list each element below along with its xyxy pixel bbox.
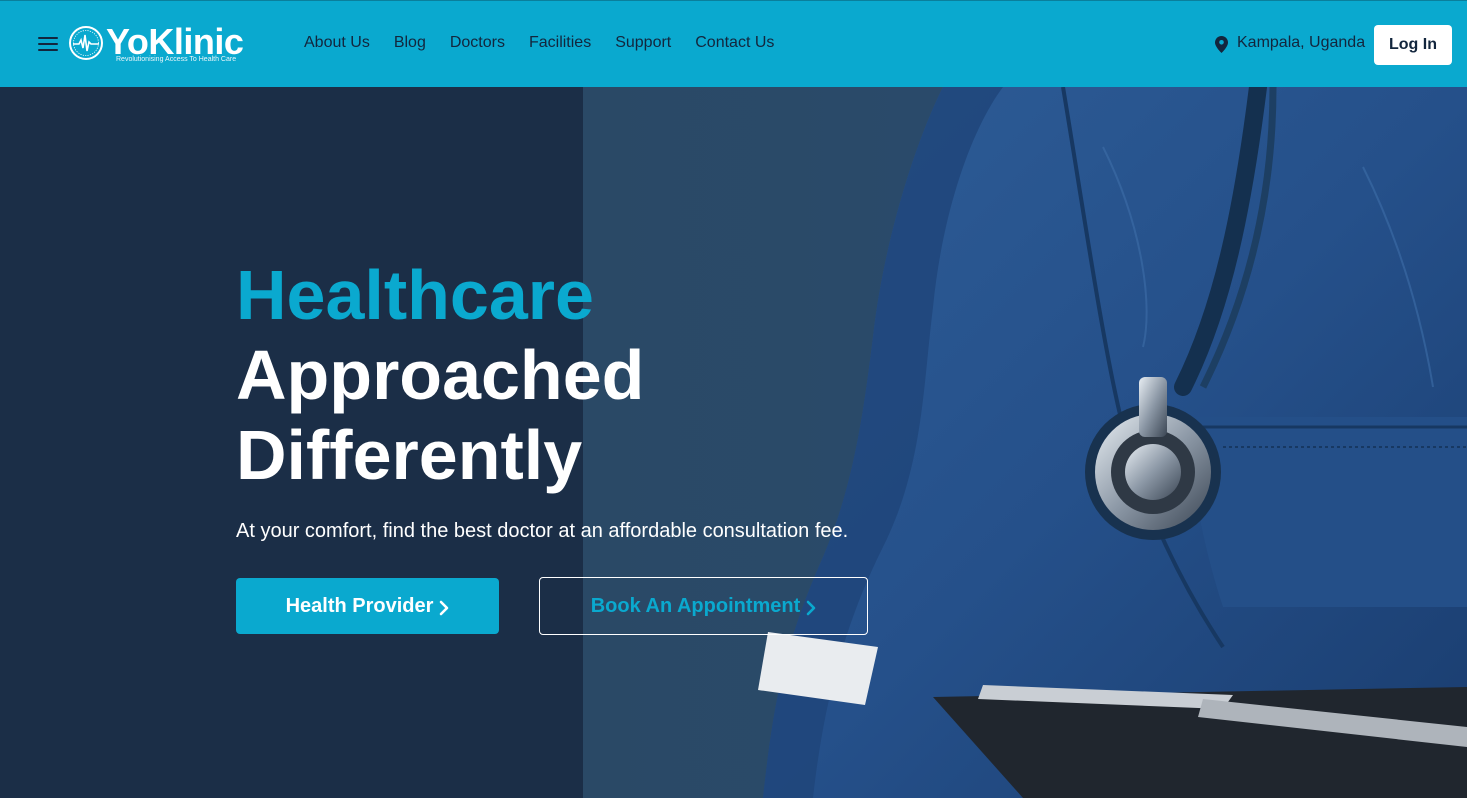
hero-subtitle: At your comfort, find the best doctor at… [236, 520, 849, 542]
doctor-scrubs-stethoscope-image [758, 87, 1467, 798]
nav-doctors[interactable]: Doctors [450, 33, 505, 53]
login-button[interactable]: Log In [1374, 25, 1452, 65]
hamburger-menu-icon[interactable] [38, 37, 58, 53]
site-header: YoKlinic Revolutionising Access To Healt… [0, 0, 1467, 87]
location-label: Kampala, Uganda [1237, 34, 1366, 51]
chevron-right-icon [440, 600, 449, 615]
hero-title-line-2: Approached [236, 336, 645, 414]
book-appointment-button-label: Book An Appointment [590, 594, 801, 617]
chevron-right-icon [806, 600, 816, 615]
health-provider-button-label: Health Provider [285, 594, 434, 617]
nav-blog[interactable]: Blog [394, 33, 426, 53]
nav-about-us[interactable]: About Us [304, 33, 370, 53]
hero-title-line-1: Healthcare [236, 256, 594, 334]
nav-support[interactable]: Support [615, 33, 671, 53]
logo-tagline: Revolutionising Access To Health Care [116, 56, 237, 63]
main-nav: About Us Blog Doctors Facilities Support… [304, 33, 798, 53]
heartbeat-logo-icon [69, 26, 103, 60]
health-provider-button[interactable]: Health Provider [236, 578, 499, 634]
nav-facilities[interactable]: Facilities [529, 33, 591, 53]
hero-title: Healthcare Approached Differently [236, 255, 644, 495]
location-pin-icon [1215, 36, 1228, 53]
location-selector[interactable]: Kampala, Uganda [1215, 33, 1365, 53]
site-logo[interactable]: YoKlinic Revolutionising Access To Healt… [68, 23, 268, 67]
hero-section: Healthcare Approached Differently At you… [0, 87, 1467, 798]
book-appointment-button[interactable]: Book An Appointment [539, 577, 868, 635]
hero-title-line-3: Differently [236, 416, 583, 494]
nav-contact-us[interactable]: Contact Us [695, 33, 774, 53]
